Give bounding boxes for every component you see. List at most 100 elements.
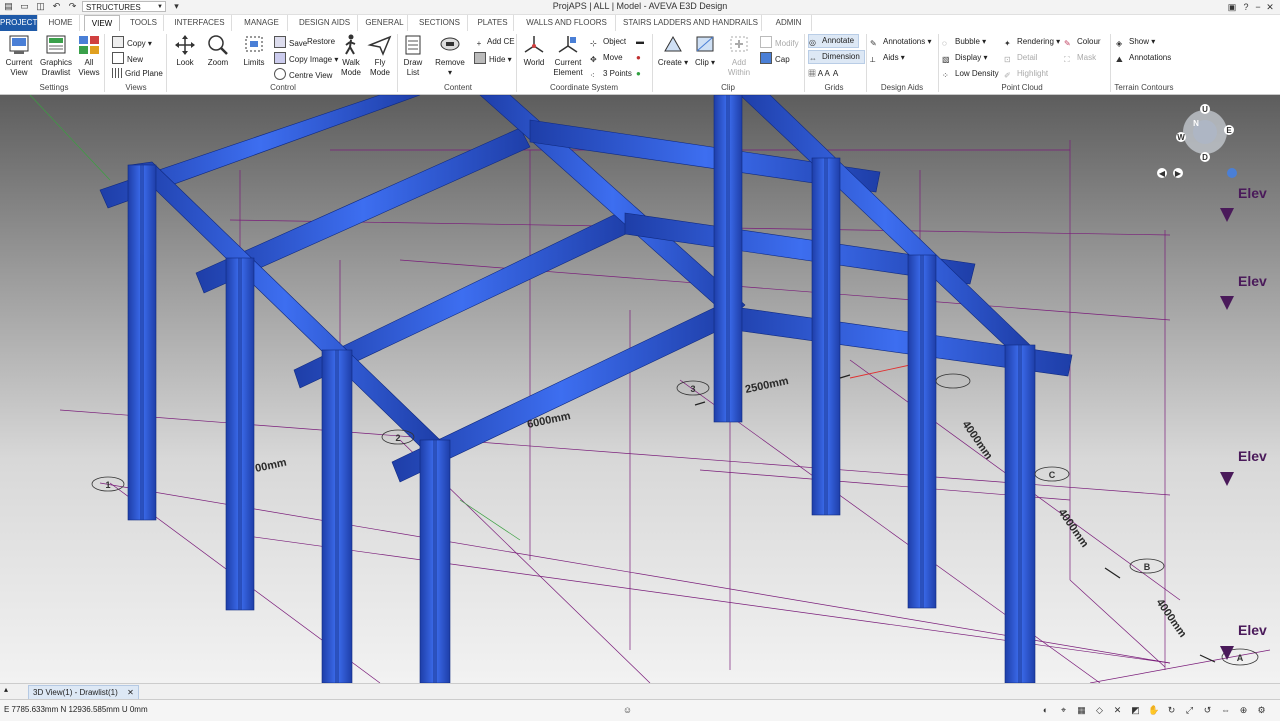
rendering-button[interactable]: ✦ Rendering ▾ (1004, 36, 1060, 48)
ridge-beam (479, 95, 746, 319)
current-view-button[interactable]: Current View (4, 33, 34, 78)
display-button[interactable]: ▧ Display ▾ (942, 52, 987, 64)
bubble-button[interactable]: ◌ Bubble ▾ (942, 36, 986, 48)
grid-text-controls[interactable]: ▦ A A Ａ (808, 68, 840, 80)
grid-icon[interactable]: ▦ (1076, 705, 1087, 716)
fly-mode-label: Fly Mode (369, 58, 390, 77)
world-button[interactable]: World (520, 33, 548, 68)
zoom-button[interactable]: Zoom (204, 33, 232, 68)
move-button[interactable]: ✥ Move (590, 52, 623, 64)
mask-button[interactable]: ⛶ Mask (1064, 52, 1096, 64)
modify-clip-button[interactable]: Modify (760, 36, 799, 48)
minimize-icon[interactable]: − (1252, 1, 1264, 13)
tab-stairs-ladders-and-handrails[interactable]: STAIRS LADDERS AND HANDRAILS (620, 15, 762, 31)
save-view-button[interactable]: Save (274, 36, 307, 48)
view-icon[interactable]: ◐ (1040, 705, 1051, 716)
look-button[interactable]: Look (172, 33, 198, 68)
help-icon[interactable]: ? (1240, 1, 1252, 13)
close-tab-icon[interactable]: ✕ (127, 686, 134, 699)
graphics-drawlist-button[interactable]: Graphics Drawlist (38, 33, 74, 78)
tab-interfaces[interactable]: INTERFACES (168, 15, 232, 31)
remove-button[interactable]: Remove ▾ (432, 33, 468, 78)
centre-view-button[interactable]: Centre View (274, 68, 332, 80)
tab-admin[interactable]: ADMIN (766, 15, 812, 31)
dimension-label: 4000mm (960, 419, 995, 462)
group-divider (804, 34, 805, 92)
limits-button[interactable]: Limits (240, 33, 268, 68)
object-button[interactable]: ⊹ Object (590, 36, 626, 48)
measure-icon[interactable]: ✕ (1112, 705, 1123, 716)
group-divider (652, 34, 653, 92)
terrain-annotations-button[interactable]: ⛰ Annotations (1116, 52, 1171, 64)
tab-plates[interactable]: PLATES (472, 15, 514, 31)
cap-button[interactable]: Cap (760, 52, 790, 64)
low-density-button[interactable]: ⁘ Low Density (942, 68, 999, 80)
reset-view-icon[interactable]: ↺ (1202, 705, 1213, 716)
restore-view-button[interactable]: Restore (307, 36, 335, 48)
reset-icon[interactable]: ● (636, 52, 641, 64)
tab-project[interactable]: PROJECT (0, 15, 38, 31)
fit-icon[interactable]: ⤢ (1184, 705, 1195, 716)
look-label: Look (176, 58, 194, 67)
aids-button[interactable]: ⟂ Aids ▾ (870, 52, 905, 64)
copy-image-button[interactable]: Copy Image ▾ (274, 52, 338, 64)
annotate-grid-button[interactable]: ◎ Annotate (808, 34, 860, 48)
doc-tab-3d-view[interactable]: 3D View(1) - Drawlist(1) ✕ (28, 685, 139, 700)
tab-manage[interactable]: MANAGE (236, 15, 288, 31)
lock-icon[interactable]: ▬ (636, 36, 644, 48)
tab-design-aids[interactable]: DESIGN AIDS (292, 15, 358, 31)
chat-icon[interactable]: ☺ (622, 705, 633, 716)
three-points-button[interactable]: ⁖ 3 Points (590, 68, 632, 80)
add-within-button[interactable]: Add Within (724, 33, 754, 78)
fly-mode-button[interactable]: Fly Mode (367, 33, 393, 78)
all-views-button[interactable]: All Views (76, 33, 102, 78)
group-clip-label: Clip (721, 83, 735, 92)
centre-view-icon (274, 68, 286, 80)
ribbon-display-icon[interactable]: ▣ (1226, 1, 1238, 13)
grid-plane-button[interactable]: Grid Plane (112, 68, 163, 80)
copy-view-button[interactable]: Copy ▾ (112, 36, 152, 48)
annotations-button[interactable]: ✎ Annotations ▾ (870, 36, 932, 48)
modify-icon (760, 36, 772, 48)
axes-icon[interactable]: ⊕ (1238, 705, 1249, 716)
tab-view[interactable]: VIEW (84, 15, 120, 32)
perspective-icon[interactable]: ◇ (1094, 705, 1105, 716)
model-canvas[interactable]: 1 2 3 A B C 6000mm 2500mm 4000mm 4000mm … (0, 95, 1280, 683)
pan-icon[interactable]: ✋ (1148, 705, 1159, 716)
tab-sections[interactable]: SECTIONS (412, 15, 468, 31)
all-views-icon (79, 36, 99, 54)
detail-button[interactable]: ⊡ Detail (1004, 52, 1037, 64)
limits-label: Limits (243, 58, 265, 67)
tab-home[interactable]: HOME (42, 15, 80, 31)
settings-icon[interactable]: ⚙ (1256, 705, 1267, 716)
walk-mode-button[interactable]: Walk Mode (338, 33, 364, 78)
copy-image-label: Copy Image (289, 55, 333, 64)
3d-viewport[interactable]: 1 2 3 A B C 6000mm 2500mm 4000mm 4000mm … (0, 95, 1280, 683)
tab-walls-and-floors[interactable]: WALLS AND FLOORS (518, 15, 616, 31)
orbit-icon[interactable]: ↻ (1166, 705, 1177, 716)
close-icon[interactable]: ✕ (1264, 1, 1276, 13)
show-button[interactable]: ◈ Show ▾ (1116, 36, 1155, 48)
camera-icon[interactable]: ◩ (1130, 705, 1141, 716)
elevation-label: Elev (1238, 185, 1267, 201)
clip-button[interactable]: Clip ▾ (692, 33, 718, 68)
navigation-cube[interactable]: U D W E N ◀ ▶ (1157, 104, 1237, 178)
scale-icon[interactable]: ⇔ (1220, 705, 1231, 716)
tab-general[interactable]: GENERAL (362, 15, 408, 31)
colour-button[interactable]: ✎ Colour (1064, 36, 1101, 48)
add-ce-button[interactable]: + Add CE (474, 36, 515, 48)
ribbon-tabs: PROJECT HOME VIEW TOOLS INTERFACES MANAG… (0, 15, 1280, 32)
dimension-grid-button[interactable]: ⇔ Dimension (808, 50, 865, 64)
highlight-button[interactable]: ✐ Highlight (1004, 68, 1048, 80)
create-clip-button[interactable]: Create ▾ (656, 33, 690, 68)
tab-tools[interactable]: TOOLS (124, 15, 164, 31)
snap-icon[interactable]: ⌖ (1058, 705, 1069, 716)
apply-icon[interactable]: ● (636, 68, 641, 80)
draw-list-button[interactable]: Draw List (400, 33, 426, 78)
coordinates-readout: E 7785.633mm N 12936.585mm U 0mm (4, 705, 148, 714)
hide-button[interactable]: Hide ▾ (474, 52, 512, 64)
current-element-button[interactable]: Current Element (552, 33, 584, 78)
tab-list-icon[interactable]: ▴ (4, 685, 8, 694)
new-view-button[interactable]: New (112, 52, 143, 64)
add-ce-label: Add CE (487, 37, 515, 46)
